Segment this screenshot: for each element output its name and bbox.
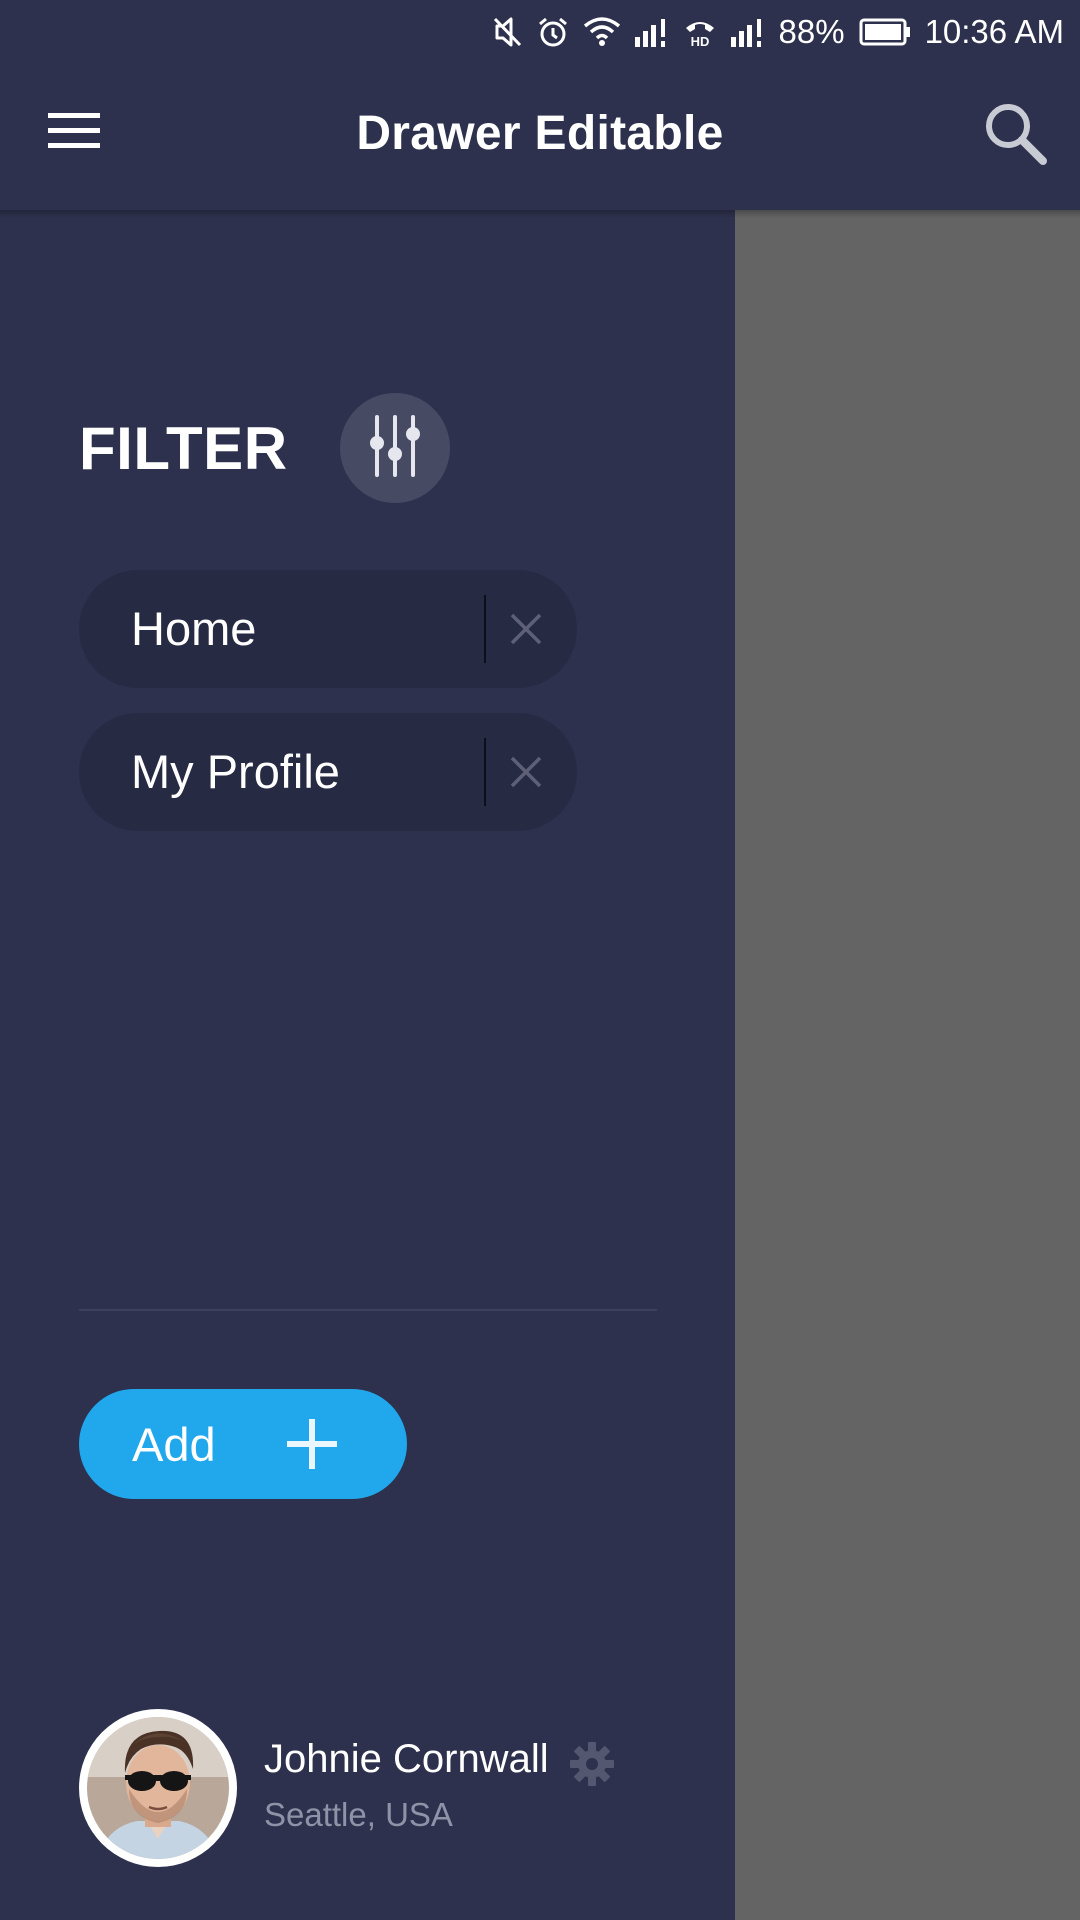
clock: 10:36 AM xyxy=(924,13,1064,50)
close-icon xyxy=(510,613,542,645)
user-profile: Johnie Cornwall Seattle, USA xyxy=(79,1709,679,1869)
avatar-photo xyxy=(87,1717,229,1859)
wifi-icon xyxy=(583,17,621,47)
mute-icon xyxy=(493,16,523,48)
avatar[interactable] xyxy=(79,1709,237,1867)
settings-button[interactable] xyxy=(569,1741,615,1787)
alarm-icon xyxy=(537,16,569,48)
status-bar: HD 88% 10:36 AM xyxy=(0,0,1080,64)
filter-button[interactable] xyxy=(339,393,450,503)
close-icon xyxy=(510,756,542,788)
app-bar: Drawer Editable xyxy=(0,64,1080,210)
page-title: Drawer Editable xyxy=(356,107,724,160)
chip-divider xyxy=(484,738,486,806)
drawer-divider xyxy=(79,1309,657,1311)
remove-chip-button[interactable] xyxy=(493,739,559,805)
top-bar: HD 88% 10:36 AM Drawer Editable xyxy=(0,0,1080,210)
plus-icon xyxy=(285,1417,339,1471)
chip-label: My Profile xyxy=(131,745,340,798)
user-location: Seattle, USA xyxy=(264,1796,453,1833)
chip-my-profile[interactable]: My Profile xyxy=(79,713,577,831)
filter-header: FILTER xyxy=(79,393,450,503)
chip-label: Home xyxy=(131,602,257,655)
user-name: Johnie Cornwall xyxy=(264,1737,549,1781)
status-icons: HD 88% 10:36 AM xyxy=(493,8,1064,56)
remove-chip-button[interactable] xyxy=(493,596,559,662)
search-button[interactable] xyxy=(980,100,1050,170)
battery-percent: 88% xyxy=(778,13,845,50)
signal-icon-2 xyxy=(730,17,765,47)
signal-icon xyxy=(634,17,669,47)
add-button[interactable]: Add xyxy=(79,1389,407,1499)
navigation-drawer: FILTER Home My Profile Add Johnie Cornwa… xyxy=(0,210,735,1920)
drawer-scrim[interactable] xyxy=(735,210,1080,1920)
battery-icon xyxy=(859,18,911,46)
svg-text:HD: HD xyxy=(690,34,709,48)
chip-divider xyxy=(484,595,486,663)
hd-call-icon: HD xyxy=(683,16,717,48)
filter-title: FILTER xyxy=(79,414,288,482)
gear-icon xyxy=(570,1742,614,1786)
chip-home[interactable]: Home xyxy=(79,570,577,688)
app-bar-shadow xyxy=(0,210,1080,218)
search-icon xyxy=(983,101,1047,170)
sliders-icon xyxy=(363,413,427,484)
add-button-label: Add xyxy=(132,1417,216,1471)
